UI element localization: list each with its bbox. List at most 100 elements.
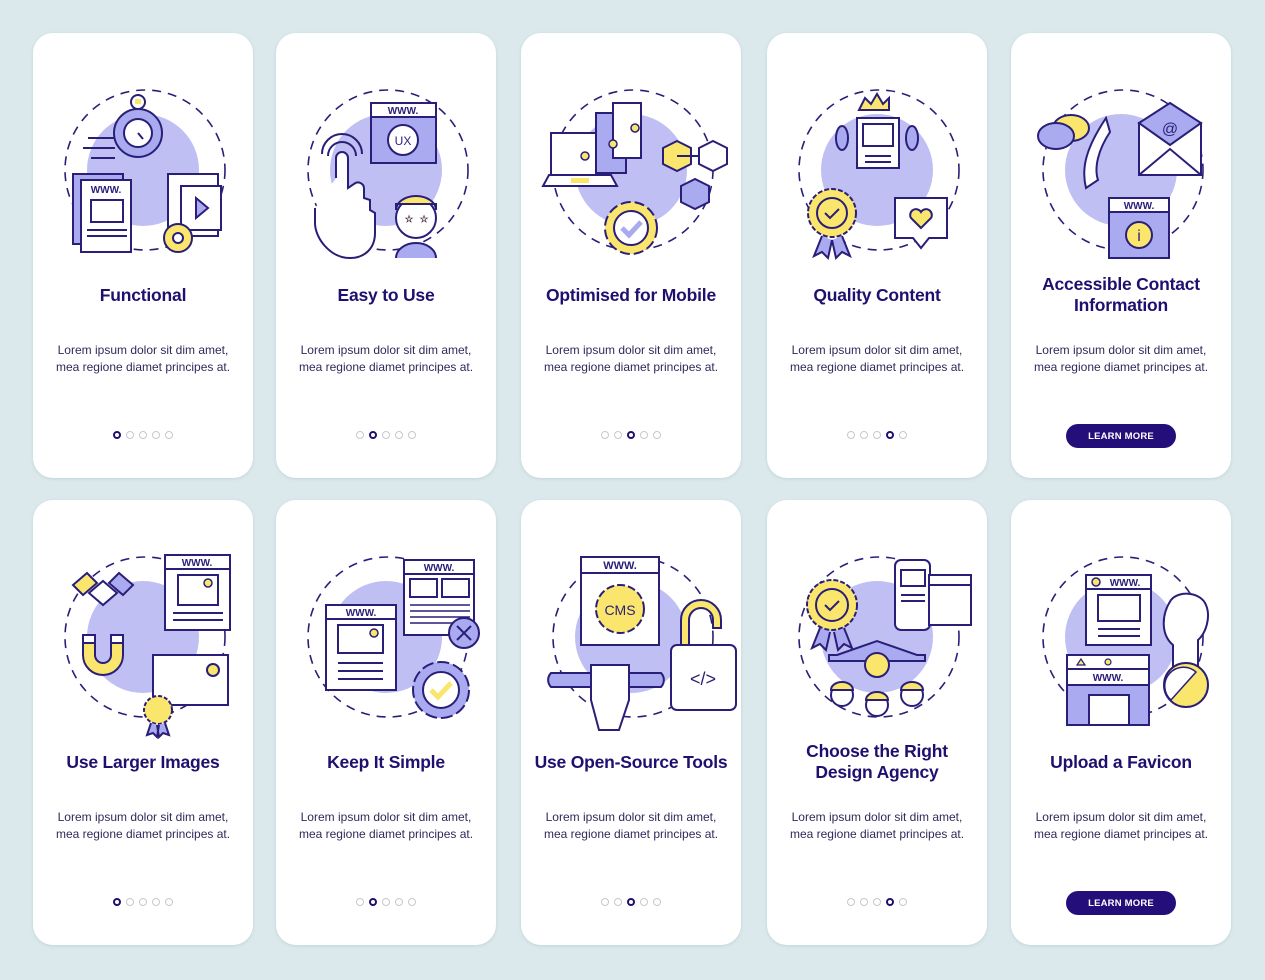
- learn-more-button[interactable]: LEARN MORE: [1066, 891, 1176, 915]
- card-description: Lorem ipsum dolor sit dim amet, mea regi…: [789, 810, 965, 841]
- handshake-magnet-image-award-icon-svg: WWW.: [64, 554, 231, 740]
- card-title: Use Open-Source Tools: [534, 752, 728, 772]
- onboarding-card-optimised-for-mobile: Optimised for Mobile Lorem ipsum dolor s…: [521, 33, 741, 478]
- chat-phone-email-info-icon-svg: @ WWW. i: [1037, 89, 1204, 259]
- webpages-close-check-gear-icon-svg: WWW. WWW.: [307, 556, 480, 719]
- onboarding-card-choose-the-right-design-agency: Choose the Right Design Agency Lorem ips…: [767, 500, 987, 945]
- card-title: Optimised for Mobile: [545, 285, 717, 305]
- pagination-dots: [276, 431, 496, 439]
- devices-cubes-check-gear-icon-svg: [541, 89, 728, 255]
- pagination-dot[interactable]: [165, 898, 173, 906]
- pagination-dots: [33, 898, 253, 906]
- pagination-dot[interactable]: [873, 898, 881, 906]
- pagination-dots: [521, 898, 741, 906]
- webpages-fist-favicon-icon-svg: WWW. WWW.: [1042, 556, 1209, 726]
- pagination-dot[interactable]: [395, 898, 403, 906]
- card-description: Lorem ipsum dolor sit dim amet, mea regi…: [543, 810, 719, 841]
- pagination-dot[interactable]: [601, 431, 609, 439]
- pagination-dot[interactable]: [139, 898, 147, 906]
- pagination-dot[interactable]: [860, 431, 868, 439]
- svg-text:WWW.: WWW.: [1093, 673, 1124, 684]
- pagination-dot[interactable]: [152, 898, 160, 906]
- pagination-dot[interactable]: [601, 898, 609, 906]
- cms-wrench-unlocked-code-icon: WWW. CMS </>: [541, 545, 737, 731]
- pagination-dot[interactable]: [653, 431, 661, 439]
- pagination-dot-active[interactable]: [627, 898, 635, 906]
- award-mockup-agency-team-icon: [787, 545, 972, 725]
- pagination-dot[interactable]: [614, 898, 622, 906]
- svg-text:WWW.: WWW.: [91, 185, 122, 196]
- pagination-dots: [767, 898, 987, 906]
- pagination-dot[interactable]: [408, 898, 416, 906]
- cms-wrench-unlocked-code-icon-svg: WWW. CMS </>: [547, 556, 737, 731]
- pagination-dot-active[interactable]: [886, 431, 894, 439]
- tap-hand-ux-gear-user-icon-svg: WWW. UX ★ ★: [307, 89, 469, 260]
- card-title: Accessible Contact Information: [1042, 274, 1200, 315]
- onboarding-card-use-open-source-tools: WWW. CMS </> Use Open-Source Tools Lorem…: [521, 500, 741, 945]
- pagination-dot[interactable]: [640, 898, 648, 906]
- onboarding-card-accessible-contact-information: @ WWW. i Accessible Contact Information …: [1011, 33, 1231, 478]
- card-description: Lorem ipsum dolor sit dim amet, mea regi…: [298, 810, 474, 841]
- pagination-dot[interactable]: [395, 431, 403, 439]
- pagination-dot[interactable]: [640, 431, 648, 439]
- pagination-dot[interactable]: [653, 898, 661, 906]
- svg-text:@: @: [1162, 121, 1178, 138]
- pagination-dot-active[interactable]: [113, 431, 121, 439]
- card-description: Lorem ipsum dolor sit dim amet, mea regi…: [55, 810, 231, 841]
- card-description: Lorem ipsum dolor sit dim amet, mea regi…: [543, 343, 719, 374]
- pagination-dots: [276, 898, 496, 906]
- svg-text:WWW.: WWW.: [346, 608, 377, 619]
- svg-text:i: i: [1137, 228, 1141, 245]
- pagination-dot-active[interactable]: [369, 431, 377, 439]
- svg-text:WWW.: WWW.: [424, 563, 455, 574]
- svg-text:WWW.: WWW.: [388, 106, 419, 117]
- pagination-dot[interactable]: [356, 898, 364, 906]
- card-description: Lorem ipsum dolor sit dim amet, mea regi…: [1033, 343, 1209, 374]
- pagination-dot[interactable]: [847, 431, 855, 439]
- card-title: Upload a Favicon: [1050, 752, 1192, 772]
- pagination-dot[interactable]: [382, 898, 390, 906]
- pagination-dot-active[interactable]: [627, 431, 635, 439]
- pagination-dots: [521, 431, 741, 439]
- svg-text:WWW.: WWW.: [1124, 201, 1155, 212]
- chat-phone-email-info-icon: @ WWW. i: [1031, 78, 1211, 259]
- pagination-dot[interactable]: [382, 431, 390, 439]
- pagination-dot[interactable]: [899, 431, 907, 439]
- onboarding-card-keep-it-simple: WWW. WWW. Keep It Simple Lorem ipsum dol…: [276, 500, 496, 945]
- pagination-dot-active[interactable]: [113, 898, 121, 906]
- stopwatch-webpage-gear-video-icon-svg: WWW.: [64, 89, 226, 253]
- webpages-fist-favicon-icon: WWW. WWW.: [1031, 545, 1211, 726]
- onboarding-card-functional: WWW. Functional Lorem ipsum dolor sit di…: [33, 33, 253, 478]
- pagination-dot[interactable]: [860, 898, 868, 906]
- pagination-dot[interactable]: [899, 898, 907, 906]
- pagination-dot-active[interactable]: [886, 898, 894, 906]
- card-title: Easy to Use: [337, 285, 435, 305]
- pagination-dots: [767, 431, 987, 439]
- card-description: Lorem ipsum dolor sit dim amet, mea regi…: [789, 343, 965, 374]
- card-description: Lorem ipsum dolor sit dim amet, mea regi…: [55, 343, 231, 374]
- svg-text:WWW.: WWW.: [603, 560, 637, 572]
- learn-more-button[interactable]: LEARN MORE: [1066, 424, 1176, 448]
- pagination-dot[interactable]: [126, 898, 134, 906]
- pagination-dot[interactable]: [614, 431, 622, 439]
- svg-text:UX: UX: [395, 134, 412, 148]
- svg-text:WWW.: WWW.: [1110, 578, 1141, 589]
- onboarding-card-use-larger-images: WWW. Use Larger Images Lorem ipsum dolor…: [33, 500, 253, 945]
- pagination-dots: [33, 431, 253, 439]
- card-title: Functional: [99, 285, 187, 305]
- pagination-dot[interactable]: [356, 431, 364, 439]
- svg-text:★: ★: [420, 214, 428, 224]
- pagination-dot[interactable]: [873, 431, 881, 439]
- pagination-dot[interactable]: [126, 431, 134, 439]
- card-description: Lorem ipsum dolor sit dim amet, mea regi…: [1033, 810, 1209, 841]
- pagination-dot[interactable]: [139, 431, 147, 439]
- svg-text:WWW.: WWW.: [182, 558, 213, 569]
- pagination-dot[interactable]: [152, 431, 160, 439]
- card-title: Choose the Right Design Agency: [806, 741, 948, 782]
- pagination-dot-active[interactable]: [369, 898, 377, 906]
- pagination-dot[interactable]: [408, 431, 416, 439]
- pagination-dot[interactable]: [165, 431, 173, 439]
- tap-hand-ux-gear-user-icon: WWW. UX ★ ★: [296, 78, 476, 260]
- pagination-dot[interactable]: [847, 898, 855, 906]
- devices-cubes-check-gear-icon: [541, 78, 728, 258]
